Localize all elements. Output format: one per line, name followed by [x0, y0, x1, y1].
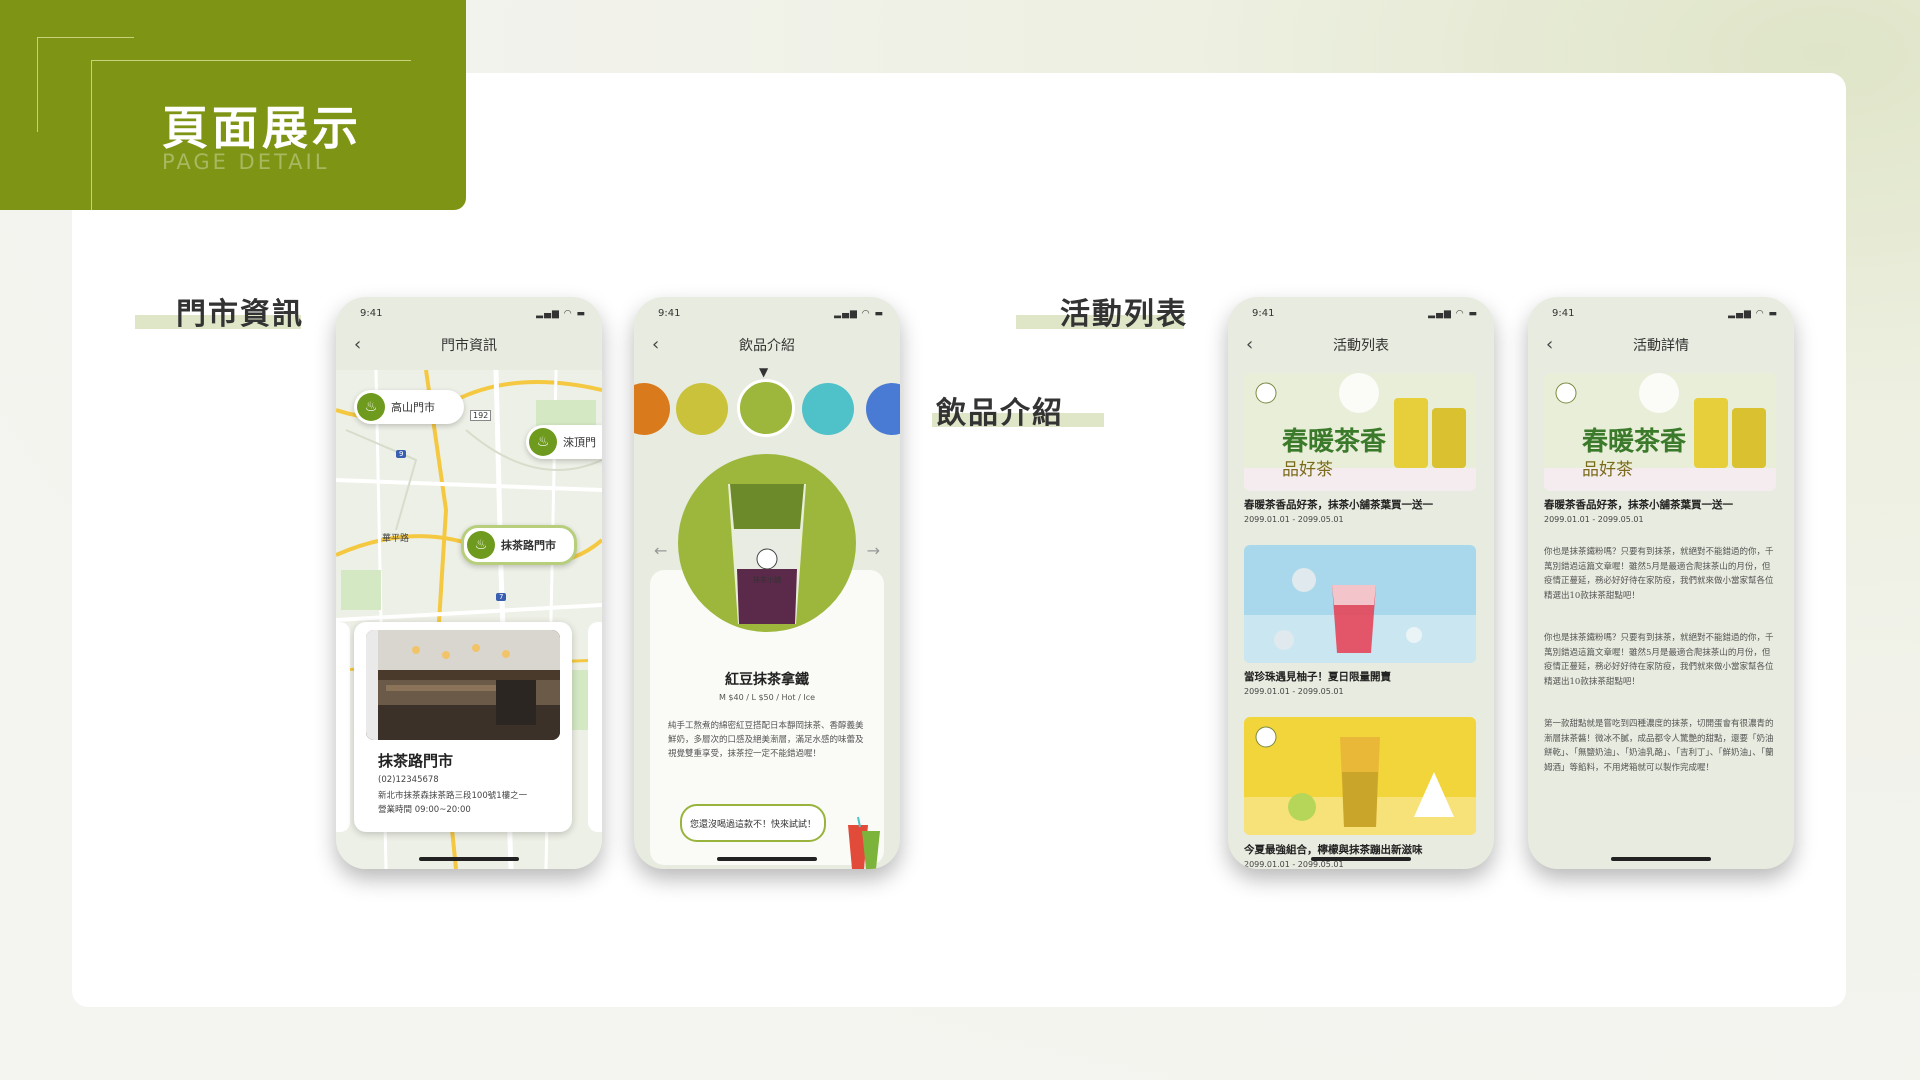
drink-thumb[interactable]: [676, 383, 728, 435]
drink-thumb[interactable]: [634, 383, 670, 435]
nav-title: 門市資訊: [441, 338, 497, 354]
event-title-3[interactable]: 今夏最強組合，檸檬與抹茶蹦出新滋味: [1244, 842, 1423, 857]
drink-description: 純手工熬煮的綿密紅豆搭配日本靜岡抹茶、香醇義美鮮奶，多層次的口感及絕美漸層，滿足…: [668, 721, 864, 759]
phone-event-list: 9:41 ▂▄▆ ◠ ▬ ‹ 活動列表 春暖茶香 品好茶 春暖茶香品好茶，抹茶小…: [1228, 297, 1494, 869]
detail-paragraph-2: 你也是抹茶鐵粉嗎？只要有到抹茶，就絕對不能錯過的你，千萬別錯過這篇文章喔！雖然5…: [1544, 633, 1774, 687]
store-name: 抹茶路門市: [378, 752, 454, 770]
detail-paragraph-3: 第一款甜點就是嘗吃到四種濃度的抹茶，切開蛋會有很濃青的漸層抹茶醬！微冰不膩，成品…: [1544, 719, 1774, 773]
cups-illustration-icon: [844, 815, 884, 869]
store-card-next[interactable]: [588, 622, 602, 832]
status-icons: ▂▄▆ ◠ ▬: [834, 309, 884, 319]
map-road-label: 7: [496, 593, 507, 601]
status-icons: ▂▄▆ ◠ ▬: [1428, 309, 1478, 319]
banner-headline: 春暖茶香: [1282, 427, 1387, 457]
nav-title: 活動詳情: [1633, 338, 1689, 354]
decor-line: [91, 60, 411, 61]
map-pin-gaoshan[interactable]: ♨ 高山門市: [354, 390, 464, 424]
status-time: 9:41: [1252, 308, 1275, 319]
map-pin-selected[interactable]: ♨ 抹茶路門市: [461, 525, 577, 565]
home-indicator: [1611, 857, 1711, 861]
section-label-text: 活動列表: [1060, 297, 1188, 332]
page-title: 頁面展示: [162, 101, 362, 155]
store-photo: [366, 630, 560, 740]
pin-label: 抹茶路門市: [501, 539, 556, 552]
cup-icon: ♨: [467, 531, 495, 559]
store-card-prev[interactable]: [336, 622, 350, 832]
nav-title: 活動列表: [1333, 338, 1389, 354]
event-title-2[interactable]: 當珍珠遇見柚子！夏日限量開賣: [1244, 669, 1391, 684]
home-indicator: [717, 857, 817, 861]
phone-event-detail: 9:41 ▂▄▆ ◠ ▬ ‹ 活動詳情 春暖茶香 品好茶 春暖茶香品好茶，抹茶小…: [1528, 297, 1794, 869]
banner-subline: 品好茶: [1282, 460, 1333, 480]
section-label-text: 門市資訊: [176, 297, 304, 332]
next-arrow-icon[interactable]: →: [867, 541, 880, 560]
cup-icon: ♨: [529, 428, 557, 456]
cup-icon: ♨: [357, 393, 385, 421]
section-label-text: 飲品介紹: [936, 396, 1064, 431]
home-indicator: [419, 857, 519, 861]
event-banner-3[interactable]: [1244, 717, 1476, 835]
pin-label: 高山門市: [391, 401, 435, 414]
home-indicator: [1311, 857, 1411, 861]
phone-store-info: 9:41 ▂▄▆ ◠ ▬ ‹ 門市資訊 192 9 7 華平路 ♨ 高山門市 ♨…: [336, 297, 602, 869]
detail-banner: 春暖茶香 品好茶: [1544, 373, 1776, 491]
phone-drink-intro: 9:41 ▂▄▆ ◠ ▬ ‹ 飲品介紹 ▼ ← → 抹茶小舖 紅豆抹茶拿鐵 M …: [634, 297, 900, 869]
title-block: 頁面展示 PAGE DETAIL: [0, 0, 466, 210]
store-phone[interactable]: (02)12345678: [378, 775, 439, 785]
store-hours: 營業時間 09:00~20:00: [378, 805, 471, 815]
page-subtitle: PAGE DETAIL: [162, 150, 330, 174]
drink-thumb-selected[interactable]: [737, 379, 795, 437]
drink-carousel[interactable]: ▼: [634, 365, 900, 437]
drink-price: M $40 / L $50 / Hot / Ice: [718, 693, 816, 702]
banner-headline: 春暖茶香: [1582, 427, 1687, 457]
event-title-1[interactable]: 春暖茶香品好茶，抹茶小舖茶葉買一送一: [1244, 497, 1433, 512]
banner-subline: 品好茶: [1582, 460, 1633, 480]
event-date-2: 2099.01.01 - 2099.05.01: [1244, 687, 1344, 696]
status-time: 9:41: [658, 308, 681, 319]
store-card[interactable]: 抹茶路門市 (02)12345678 新北市抹茶森抹茶路三段100號1樓之一 營…: [354, 622, 572, 832]
drink-name: 紅豆抹茶拿鐵: [725, 672, 809, 688]
event-banner-2[interactable]: [1244, 545, 1476, 663]
store-address: 新北市抹茶森抹茶路三段100號1樓之一: [378, 791, 528, 801]
event-date-1: 2099.01.01 - 2099.05.01: [1244, 515, 1344, 524]
detail-paragraph-1: 你也是抹茶鐵粉嗎？只要有到抹茶，就絕對不能錯過的你，千萬別錯過這篇文章喔！雖然5…: [1544, 547, 1774, 601]
map-road-label: 華平路: [382, 534, 410, 544]
decor-line: [37, 37, 38, 132]
decor-line: [91, 60, 92, 210]
nav-title: 飲品介紹: [739, 338, 795, 354]
pin-label: 淶頂門: [563, 436, 596, 449]
prev-arrow-icon[interactable]: ←: [654, 541, 667, 560]
selected-marker-icon: ▼: [759, 365, 769, 379]
map-road-label: 9: [396, 450, 407, 458]
status-icons: ▂▄▆ ◠ ▬: [536, 309, 586, 319]
map-pin-laiding[interactable]: ♨ 淶頂門: [526, 425, 602, 459]
status-icons: ▂▄▆ ◠ ▬: [1728, 309, 1778, 319]
event-date-3: 2099.01.01 - 2099.05.01: [1244, 860, 1344, 869]
status-time: 9:41: [360, 308, 383, 319]
detail-title: 春暖茶香品好茶，抹茶小舖茶葉買一送一: [1544, 499, 1733, 511]
status-time: 9:41: [1552, 308, 1575, 319]
map-road-label: 192: [470, 410, 492, 421]
drink-photo: 抹茶小舖: [678, 454, 856, 632]
event-banner-1[interactable]: 春暖茶香 品好茶: [1244, 373, 1476, 491]
tip-bubble: 您還沒喝過這款不！快來試試！: [680, 804, 826, 842]
decor-line: [37, 37, 134, 38]
cup-brand-text: 抹茶小舖: [753, 575, 781, 584]
drink-thumb[interactable]: [802, 383, 854, 435]
drink-thumb[interactable]: [866, 383, 900, 435]
detail-date: 2099.01.01 - 2099.05.01: [1544, 515, 1644, 524]
